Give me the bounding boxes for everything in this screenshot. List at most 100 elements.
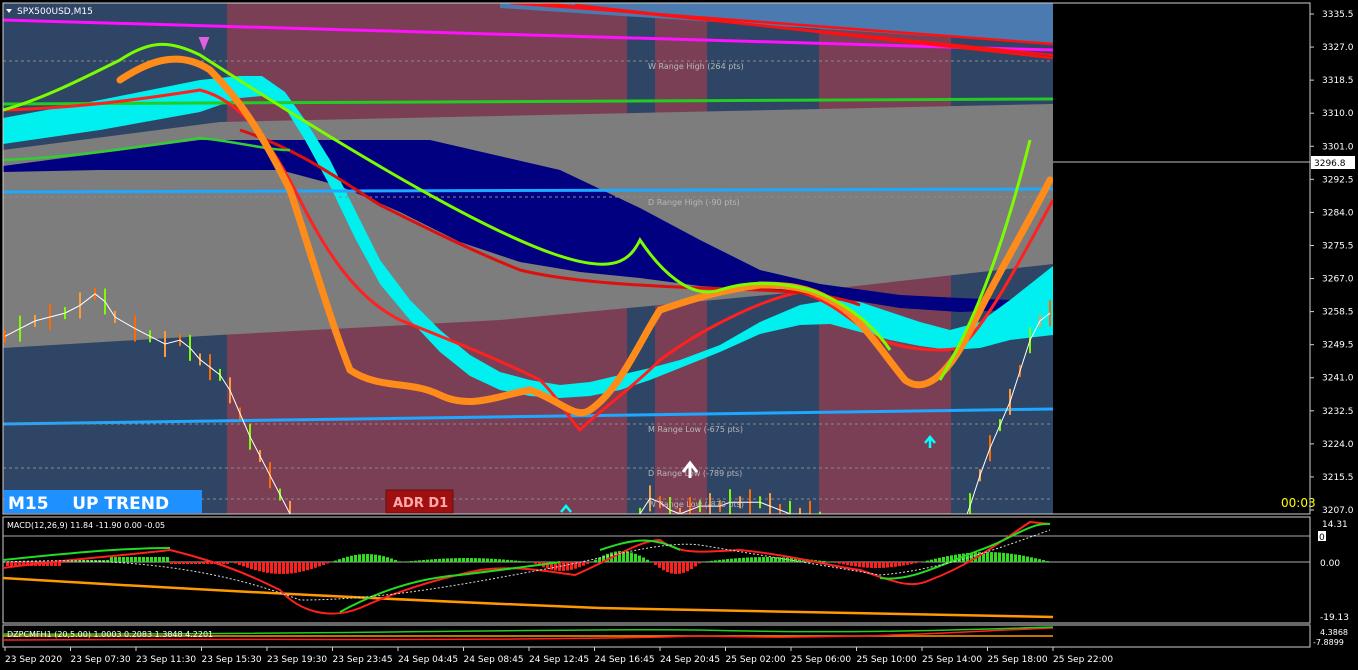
price-tick-label: 3327.0 [1322, 43, 1354, 53]
price-tick-label: 3310.0 [1322, 109, 1354, 119]
macd-bar [442, 558, 445, 562]
macd-bar [434, 559, 437, 562]
macd-bar [946, 556, 949, 562]
macd-bar [1022, 555, 1025, 562]
dzpc-pane[interactable]: DZPCMFH1 (20,5.00) 1.0003 0.2083 1.3848 … [2, 624, 1311, 648]
macd-bar [502, 559, 505, 562]
macd-bar [506, 559, 509, 562]
macd-bar [142, 557, 145, 562]
macd-bar [178, 562, 181, 564]
time-tick-label: 25 Sep 22:00 [1053, 655, 1113, 665]
time-tick-label: 23 Sep 19:30 [267, 655, 327, 665]
price-tick-label: 3224.0 [1322, 440, 1354, 450]
price-tick-label: 3258.5 [1322, 308, 1354, 318]
price-tick-label: 3267.0 [1322, 275, 1354, 285]
dzpc-tick: -7.8899 [1313, 638, 1344, 647]
macd-bar [166, 557, 169, 562]
macd-bar [510, 560, 513, 562]
macd-bar [938, 557, 941, 562]
macd-bar [130, 557, 133, 562]
macd-bar [466, 558, 469, 562]
macd-bar [302, 562, 305, 572]
time-tick-label: 24 Sep 04:45 [398, 655, 458, 665]
macd-label: MACD(12,26,9) 11.84 -11.90 0.00 -0.05 [7, 521, 165, 530]
macd-bar [534, 562, 537, 564]
macd-bar [478, 558, 481, 562]
time-tick-label: 24 Sep 20:45 [660, 655, 720, 665]
macd-bar [162, 557, 165, 562]
price-tick-label: 3335.5 [1322, 10, 1354, 20]
macd-bar [226, 562, 229, 564]
macd-bar [666, 562, 669, 573]
macd-bar [190, 562, 193, 564]
macd-bar [206, 562, 209, 564]
macd-bar [1018, 555, 1021, 562]
macd-bar [514, 560, 517, 562]
macd-bar [306, 562, 309, 571]
macd-bar [482, 558, 485, 562]
time-tick-label: 23 Sep 2020 [5, 655, 62, 665]
macd-tick: 14.31 [1322, 520, 1348, 530]
macd-bar [122, 557, 125, 562]
macd-bar [586, 562, 589, 564]
macd-bar [682, 562, 685, 573]
trading-chart: W Range High (264 pts) D Range High (-90… [2, 2, 1355, 665]
macd-bar [722, 559, 725, 562]
macd-bar [994, 552, 997, 562]
macd-bar [322, 562, 325, 565]
macd-bar [634, 553, 637, 562]
m-range-low-label: M Range Low (-675 pts) [648, 425, 743, 434]
macd-bar [270, 562, 273, 574]
macd-bar [118, 557, 121, 562]
macd-bar [890, 562, 893, 568]
macd-bar [866, 562, 869, 568]
price-tick-label: 3241.0 [1322, 374, 1354, 384]
d-range-high-label: D Range High (-90 pts) [648, 198, 740, 207]
macd-bar [250, 562, 253, 570]
macd-bar [706, 561, 709, 562]
symbol-title[interactable]: SPX500USD,M15 [17, 7, 93, 17]
macd-bar [282, 562, 285, 574]
macd-bar [710, 560, 713, 562]
macd-bar [518, 560, 521, 562]
macd-bar [110, 557, 113, 562]
macd-bar [258, 562, 261, 572]
price-tick-label: 3318.5 [1322, 76, 1354, 86]
macd-bar [198, 562, 201, 564]
macd-bar [298, 562, 301, 573]
macd-bar [594, 559, 597, 562]
macd-bar [566, 562, 569, 571]
macd-bar [674, 562, 677, 574]
macd-bar [238, 562, 241, 565]
macd-bar [358, 554, 361, 562]
macd-bar [770, 557, 773, 562]
macd-bar [638, 555, 641, 562]
macd-bar [998, 552, 1001, 562]
macd-bar [930, 559, 933, 562]
macd-bar [1006, 553, 1009, 562]
macd-bar [394, 559, 397, 562]
macd-bar [294, 562, 297, 573]
macd-bar [338, 559, 341, 562]
macd-bar [530, 562, 533, 563]
macd-bar [422, 559, 425, 562]
macd-bar [382, 556, 385, 562]
macd-bar [874, 562, 877, 568]
macd-bar [914, 562, 917, 564]
time-tick-label: 25 Sep 18:00 [988, 655, 1048, 665]
time-tick-label: 23 Sep 15:30 [202, 655, 262, 665]
macd-bar [862, 562, 865, 568]
macd-bar [718, 559, 721, 562]
time-tick-label: 25 Sep 14:00 [922, 655, 982, 665]
macd-bar [150, 557, 153, 562]
macd-bar [1038, 559, 1041, 562]
macd-bar [646, 559, 649, 562]
macd-bar [242, 562, 245, 567]
macd-bar [266, 562, 269, 573]
macd-bar [642, 557, 645, 562]
macd-bar [154, 557, 157, 562]
macd-bar [906, 562, 909, 565]
macd-bar [366, 554, 369, 562]
macd-pane[interactable]: MACD(12,26,9) 11.84 -11.90 0.00 -0.05 [2, 516, 1311, 624]
macd-bar [762, 557, 765, 562]
